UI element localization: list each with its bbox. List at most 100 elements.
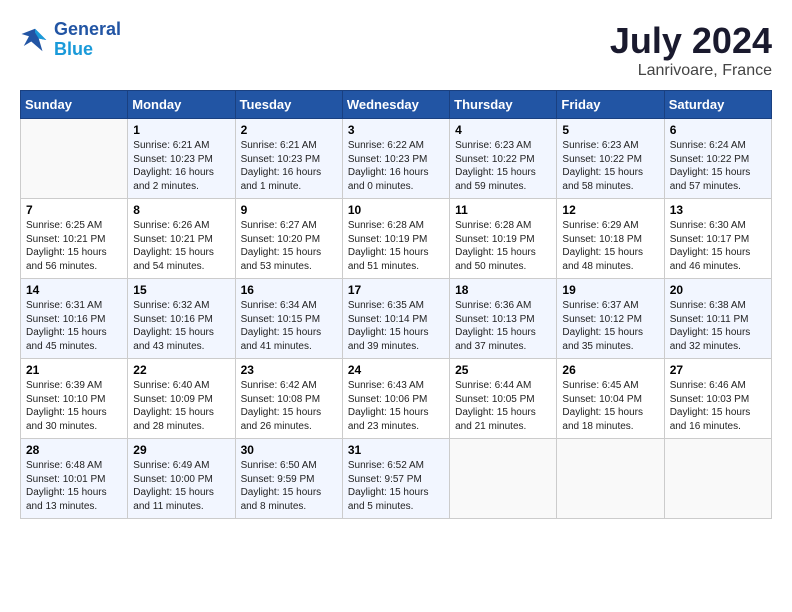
day-number: 6 (670, 123, 766, 137)
day-info: Sunrise: 6:25 AM Sunset: 10:21 PM Daylig… (26, 219, 122, 273)
day-number: 15 (133, 283, 229, 297)
logo-text: General Blue (54, 20, 121, 60)
day-info: Sunrise: 6:43 AM Sunset: 10:06 PM Daylig… (348, 379, 444, 433)
calendar-cell: 24 Sunrise: 6:43 AM Sunset: 10:06 PM Dayl… (342, 359, 449, 439)
calendar-cell: 7Sunrise: 6:25 AM Sunset: 10:21 PM Dayli… (21, 199, 128, 279)
calendar-cell (557, 439, 664, 519)
logo: General Blue (20, 20, 121, 60)
calendar-cell: 28 Sunrise: 6:48 AM Sunset: 10:01 PM Dayl… (21, 439, 128, 519)
day-info: Sunrise: 6:40 AM Sunset: 10:09 PM Daylig… (133, 379, 229, 433)
calendar-cell: 25 Sunrise: 6:44 AM Sunset: 10:05 PM Dayl… (450, 359, 557, 439)
day-info: Sunrise: 6:39 AM Sunset: 10:10 PM Daylig… (26, 379, 122, 433)
day-info: Sunrise: 6:31 AM Sunset: 10:16 PM Daylig… (26, 299, 122, 353)
calendar-cell: 16Sunrise: 6:34 AM Sunset: 10:15 PM Dayl… (235, 279, 342, 359)
day-number: 24 (348, 363, 444, 377)
day-info: Sunrise: 6:27 AM Sunset: 10:20 PM Daylig… (241, 219, 337, 273)
day-info: Sunrise: 6:26 AM Sunset: 10:21 PM Daylig… (133, 219, 229, 273)
day-number: 11 (455, 203, 551, 217)
calendar-cell: 30 Sunrise: 6:50 AM Sunset: 9:59 PM Dayli… (235, 439, 342, 519)
day-number: 25 (455, 363, 551, 377)
day-info: Sunrise: 6:29 AM Sunset: 10:18 PM Daylig… (562, 219, 658, 273)
weekday-header-sunday: Sunday (21, 91, 128, 119)
day-info: Sunrise: 6:23 AM Sunset: 10:22 PM Daylig… (562, 139, 658, 193)
day-number: 3 (348, 123, 444, 137)
logo-blue: Blue (54, 39, 93, 59)
day-info: Sunrise: 6:36 AM Sunset: 10:13 PM Daylig… (455, 299, 551, 353)
calendar-week-row: 1 Sunrise: 6:21 AM Sunset: 10:23 PM Dayli… (21, 119, 772, 199)
day-info: Sunrise: 6:45 AM Sunset: 10:04 PM Daylig… (562, 379, 658, 433)
calendar-cell: 14 Sunrise: 6:31 AM Sunset: 10:16 PM Dayl… (21, 279, 128, 359)
calendar-table: SundayMondayTuesdayWednesdayThursdayFrid… (20, 90, 772, 519)
calendar-cell: 29 Sunrise: 6:49 AM Sunset: 10:00 PM Dayl… (128, 439, 235, 519)
day-info: Sunrise: 6:21 AM Sunset: 10:23 PM Daylig… (241, 139, 337, 193)
day-number: 18 (455, 283, 551, 297)
location: Lanrivoare, France (610, 62, 772, 80)
calendar-cell: 5 Sunrise: 6:23 AM Sunset: 10:22 PM Dayli… (557, 119, 664, 199)
logo-general: General (54, 19, 121, 39)
calendar-cell: 22 Sunrise: 6:40 AM Sunset: 10:09 PM Dayl… (128, 359, 235, 439)
calendar-cell: 18 Sunrise: 6:36 AM Sunset: 10:13 PM Dayl… (450, 279, 557, 359)
page-header: General Blue July 2024 Lanrivoare, Franc… (20, 20, 772, 80)
day-number: 8 (133, 203, 229, 217)
day-info: Sunrise: 6:42 AM Sunset: 10:08 PM Daylig… (241, 379, 337, 433)
month-title: July 2024 (610, 20, 772, 62)
title-block: July 2024 Lanrivoare, France (610, 20, 772, 80)
weekday-header-saturday: Saturday (664, 91, 771, 119)
day-number: 1 (133, 123, 229, 137)
day-number: 16 (241, 283, 337, 297)
calendar-cell: 15 Sunrise: 6:32 AM Sunset: 10:16 PM Dayl… (128, 279, 235, 359)
calendar-week-row: 28 Sunrise: 6:48 AM Sunset: 10:01 PM Dayl… (21, 439, 772, 519)
day-info: Sunrise: 6:49 AM Sunset: 10:00 PM Daylig… (133, 459, 229, 513)
calendar-week-row: 14 Sunrise: 6:31 AM Sunset: 10:16 PM Dayl… (21, 279, 772, 359)
day-info: Sunrise: 6:48 AM Sunset: 10:01 PM Daylig… (26, 459, 122, 513)
day-info: Sunrise: 6:46 AM Sunset: 10:03 PM Daylig… (670, 379, 766, 433)
day-info: Sunrise: 6:52 AM Sunset: 9:57 PM Dayligh… (348, 459, 444, 513)
day-info: Sunrise: 6:50 AM Sunset: 9:59 PM Dayligh… (241, 459, 337, 513)
calendar-cell (21, 119, 128, 199)
day-number: 30 (241, 443, 337, 457)
day-info: Sunrise: 6:35 AM Sunset: 10:14 PM Daylig… (348, 299, 444, 353)
calendar-cell: 19Sunrise: 6:37 AM Sunset: 10:12 PM Dayl… (557, 279, 664, 359)
day-number: 20 (670, 283, 766, 297)
day-info: Sunrise: 6:23 AM Sunset: 10:22 PM Daylig… (455, 139, 551, 193)
calendar-cell: 3Sunrise: 6:22 AM Sunset: 10:23 PM Dayli… (342, 119, 449, 199)
logo-icon (20, 25, 50, 55)
day-info: Sunrise: 6:37 AM Sunset: 10:12 PM Daylig… (562, 299, 658, 353)
day-info: Sunrise: 6:28 AM Sunset: 10:19 PM Daylig… (455, 219, 551, 273)
day-info: Sunrise: 6:21 AM Sunset: 10:23 PM Daylig… (133, 139, 229, 193)
day-info: Sunrise: 6:30 AM Sunset: 10:17 PM Daylig… (670, 219, 766, 273)
calendar-cell: 2 Sunrise: 6:21 AM Sunset: 10:23 PM Dayli… (235, 119, 342, 199)
weekday-header-friday: Friday (557, 91, 664, 119)
calendar-cell: 8 Sunrise: 6:26 AM Sunset: 10:21 PM Dayli… (128, 199, 235, 279)
calendar-cell: 11 Sunrise: 6:28 AM Sunset: 10:19 PM Dayl… (450, 199, 557, 279)
calendar-cell (450, 439, 557, 519)
calendar-week-row: 7Sunrise: 6:25 AM Sunset: 10:21 PM Dayli… (21, 199, 772, 279)
day-number: 12 (562, 203, 658, 217)
calendar-cell: 12 Sunrise: 6:29 AM Sunset: 10:18 PM Dayl… (557, 199, 664, 279)
day-number: 9 (241, 203, 337, 217)
day-number: 23 (241, 363, 337, 377)
calendar-header-row: SundayMondayTuesdayWednesdayThursdayFrid… (21, 91, 772, 119)
day-info: Sunrise: 6:24 AM Sunset: 10:22 PM Daylig… (670, 139, 766, 193)
calendar-body: 1 Sunrise: 6:21 AM Sunset: 10:23 PM Dayli… (21, 119, 772, 519)
day-info: Sunrise: 6:44 AM Sunset: 10:05 PM Daylig… (455, 379, 551, 433)
day-number: 26 (562, 363, 658, 377)
calendar-cell: 13 Sunrise: 6:30 AM Sunset: 10:17 PM Dayl… (664, 199, 771, 279)
calendar-cell: 9 Sunrise: 6:27 AM Sunset: 10:20 PM Dayli… (235, 199, 342, 279)
day-number: 14 (26, 283, 122, 297)
day-number: 17 (348, 283, 444, 297)
day-number: 13 (670, 203, 766, 217)
day-number: 27 (670, 363, 766, 377)
day-number: 2 (241, 123, 337, 137)
calendar-cell: 1 Sunrise: 6:21 AM Sunset: 10:23 PM Dayli… (128, 119, 235, 199)
day-number: 29 (133, 443, 229, 457)
day-number: 22 (133, 363, 229, 377)
day-number: 5 (562, 123, 658, 137)
day-number: 31 (348, 443, 444, 457)
day-info: Sunrise: 6:28 AM Sunset: 10:19 PM Daylig… (348, 219, 444, 273)
calendar-cell: 27 Sunrise: 6:46 AM Sunset: 10:03 PM Dayl… (664, 359, 771, 439)
calendar-cell: 20Sunrise: 6:38 AM Sunset: 10:11 PM Dayl… (664, 279, 771, 359)
day-number: 28 (26, 443, 122, 457)
day-info: Sunrise: 6:32 AM Sunset: 10:16 PM Daylig… (133, 299, 229, 353)
day-number: 4 (455, 123, 551, 137)
